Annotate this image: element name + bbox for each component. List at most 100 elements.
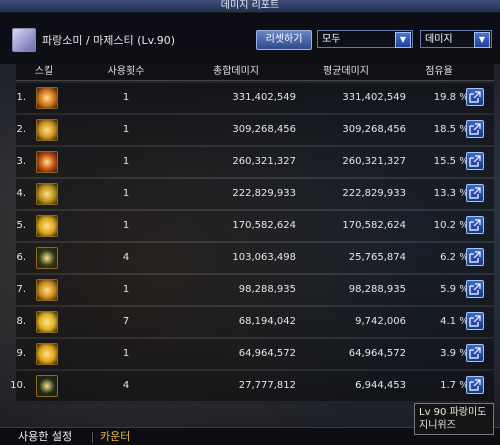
table-row: 9. 1 64,964,572 64,964,572 3.9% [16,339,494,369]
row-total-damage: 64,964,572 [238,348,296,359]
row-share: 6.2 [440,252,456,263]
avatar [12,28,36,52]
table-header: 스킬 사용횟수 총합데미지 평균데미지 점유율 [16,64,494,81]
row-avg-damage: 9,742,006 [355,316,406,327]
row-share: 5.9 [440,284,456,295]
row-total-damage: 68,194,042 [238,316,296,327]
table-row: 10. 4 27,777,812 6,944,453 1.7% [10,371,494,401]
table-row: 2. 1 309,268,456 309,268,456 18.5% [16,115,494,145]
col-uses: 사용횟수 [107,66,145,77]
row-avg-damage: 25,765,874 [348,252,406,263]
report-header: 파랑소미 / 마제스티 (Lv.90) 리셋하기 모두 ▼ 데미지 ▼ [0,12,500,64]
table-row: 7. 1 98,288,935 98,288,935 5.9% [16,275,494,305]
row-total-damage: 260,321,327 [232,156,296,167]
col-avg: 평균데미지 [323,66,369,77]
external-link-icon[interactable] [466,184,484,202]
row-total-damage: 331,402,549 [232,92,296,103]
row-index: 3. [16,156,26,167]
row-index: 6. [16,252,26,263]
row-share: 18.5 [433,124,456,135]
row-total-damage: 103,063,498 [232,252,296,263]
row-share: 13.3 [433,188,456,199]
row-index: 5. [16,220,26,231]
row-uses: 4 [122,252,130,263]
row-avg-damage: 331,402,549 [342,92,406,103]
table-row: 3. 1 260,321,327 260,321,327 15.5% [16,147,494,177]
tab-counter[interactable]: 카운터 [100,428,130,445]
row-uses: 1 [122,348,130,359]
chevron-down-icon[interactable]: ▼ [474,32,490,48]
row-avg-damage: 64,964,572 [348,348,406,359]
row-uses: 1 [122,188,130,199]
row-share: 3.9 [440,348,456,359]
external-link-icon[interactable] [466,88,484,106]
reset-button[interactable]: 리셋하기 [256,30,312,50]
hover-tooltip: Lv 90 파랑미도 지니위즈 [414,403,494,435]
row-index: 8. [16,316,26,327]
row-uses: 7 [122,316,130,327]
row-total-damage: 98,288,935 [238,284,296,295]
row-uses: 1 [122,92,130,103]
row-avg-damage: 6,944,453 [355,380,406,391]
skill-icon[interactable] [36,343,58,365]
row-total-damage: 27,777,812 [238,380,296,391]
row-uses: 1 [122,156,130,167]
external-link-icon[interactable] [466,120,484,138]
row-share: 1.7 [440,380,456,391]
col-skill: 스킬 [34,66,54,77]
row-avg-damage: 309,268,456 [342,124,406,135]
table-row: 1. 1 331,402,549 331,402,549 19.8% [16,83,494,113]
skill-icon[interactable] [36,311,58,333]
row-avg-damage: 170,582,624 [342,220,406,231]
col-share: 점유율 [425,66,453,77]
filter-select-all[interactable]: 모두 ▼ [317,30,413,48]
row-share: 10.2 [433,220,456,231]
row-index: 7. [16,284,26,295]
skill-icon[interactable] [36,247,58,269]
row-total-damage: 170,582,624 [232,220,296,231]
row-index: 4. [16,188,26,199]
chevron-down-icon[interactable]: ▼ [395,32,411,48]
table-row: 6. 4 103,063,498 25,765,874 6.2% [16,243,494,273]
skill-icon[interactable] [36,375,58,397]
row-total-damage: 309,268,456 [232,124,296,135]
table-row: 4. 1 222,829,933 222,829,933 13.3% [16,179,494,209]
row-index: 1. [16,92,26,103]
row-uses: 1 [122,220,130,231]
skill-icon[interactable] [36,215,58,237]
table-row: 8. 7 68,194,042 9,742,006 4.1% [16,307,494,337]
skill-icon[interactable] [36,183,58,205]
skill-icon[interactable] [36,151,58,173]
row-share: 19.8 [433,92,456,103]
table-row: 5. 1 170,582,624 170,582,624 10.2% [16,211,494,241]
row-index: 10. [10,380,26,391]
tab-divider [92,432,93,443]
skill-icon[interactable] [36,279,58,301]
external-link-icon[interactable] [466,280,484,298]
tooltip-line: Lv 90 파랑미도 [419,407,487,418]
row-uses: 4 [122,380,130,391]
row-index: 9. [16,348,26,359]
external-link-icon[interactable] [466,376,484,394]
row-avg-damage: 222,829,933 [342,188,406,199]
player-name: 파랑소미 / 마제스티 (Lv.90) [42,34,176,47]
tab-skills[interactable]: 사용한 설정 [18,428,72,445]
external-link-icon[interactable] [466,216,484,234]
col-total: 총합데미지 [213,66,259,77]
filter-select-damage[interactable]: 데미지 ▼ [420,30,492,48]
external-link-icon[interactable] [466,344,484,362]
row-share: 15.5 [433,156,456,167]
skill-icon[interactable] [36,87,58,109]
game-scene-background: 데미지 리포트 파랑소미 / 마제스티 (Lv.90) 리셋하기 모두 ▼ 데미… [0,0,500,445]
skill-icon[interactable] [36,119,58,141]
external-link-icon[interactable] [466,248,484,266]
row-avg-damage: 98,288,935 [348,284,406,295]
tooltip-line: 지니위즈 [419,420,456,431]
filter-select-value: 모두 [322,34,341,45]
row-share: 4.1 [440,316,456,327]
row-total-damage: 222,829,933 [232,188,296,199]
row-uses: 1 [122,284,130,295]
external-link-icon[interactable] [466,152,484,170]
external-link-icon[interactable] [466,312,484,330]
row-avg-damage: 260,321,327 [342,156,406,167]
